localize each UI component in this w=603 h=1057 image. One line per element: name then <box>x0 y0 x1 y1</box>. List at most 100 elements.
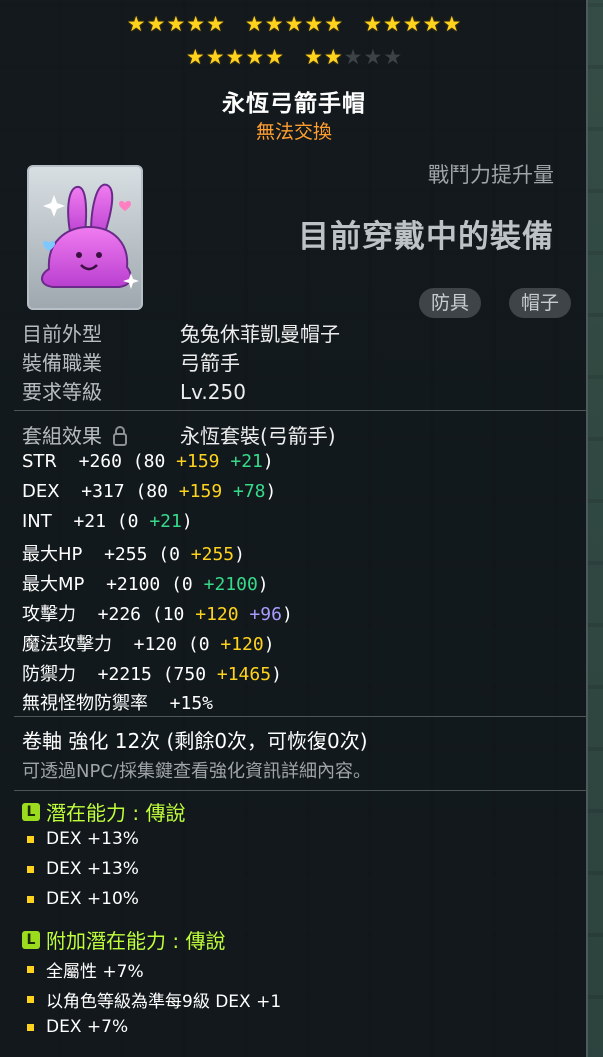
tag-hat: 帽子 <box>508 288 571 318</box>
square-bullet-icon <box>27 835 34 843</box>
power-increase-label: 戰鬥力提升量 <box>428 163 554 187</box>
stat-label: 最大MP <box>22 574 85 596</box>
star-filled-icon: ★ <box>185 45 205 69</box>
info-value: 兔兔休菲凱曼帽子 <box>180 322 340 346</box>
stat-total: +255 <box>82 544 148 566</box>
star-filled-icon: ★ <box>422 12 442 36</box>
star-empty-icon: ★ <box>383 45 403 69</box>
bonus-potential-line-text: 全屬性 +7% <box>46 962 144 982</box>
potential-line: DEX +13% <box>27 859 139 879</box>
stat-label: DEX <box>22 480 60 502</box>
stat-line: 魔法攻擊力 +120 (0 +120) <box>22 630 275 656</box>
set-effect-key: 套組效果 <box>22 424 102 448</box>
info-key: 裝備職業 <box>22 351 102 375</box>
stat-close: ) <box>281 604 293 625</box>
legendary-grade-icon: L <box>22 930 40 949</box>
stat-bonus: +96 <box>238 604 282 625</box>
legendary-grade-icon: L <box>22 802 40 821</box>
stat-close: ) <box>234 544 245 566</box>
stat-total: +317 <box>59 480 125 502</box>
stat-close: ) <box>257 574 269 596</box>
set-effect-row: 套組效果 永恆套裝(弓箭手) <box>22 420 336 449</box>
potential-line: DEX +13% <box>27 829 139 849</box>
potential-title: 潛在能力 : 傳說 <box>46 801 186 825</box>
stat-line: DEX +317 (80 +159 +78) <box>22 481 276 502</box>
bonus-potential-line-text: 以角色等級為準每9級 DEX +1 <box>46 992 282 1012</box>
stat-label: INT <box>22 510 52 532</box>
stat-bonus: +159 <box>165 451 220 472</box>
stat-total: +260 <box>56 451 122 472</box>
stat-line: 攻擊力 +226 (10 +120 +96) <box>22 600 293 626</box>
square-bullet-icon <box>27 966 34 973</box>
lock-icon <box>113 426 128 446</box>
stat-label: STR <box>22 451 57 472</box>
stat-label: 最大HP <box>22 544 83 566</box>
bonus-potential-title: 附加潛在能力 : 傳說 <box>46 929 226 953</box>
star-filled-icon: ★ <box>304 12 324 36</box>
stat-base: (0 <box>147 544 180 566</box>
square-bullet-icon <box>27 895 34 903</box>
star-group: ★ ★ ★ ★ ★ <box>304 46 402 68</box>
star-filled-icon: ★ <box>244 12 264 36</box>
star-empty-icon: ★ <box>343 45 363 69</box>
stat-line: 防禦力 +2215 (750 +1465) <box>22 660 282 686</box>
stat-bonus: +159 <box>167 480 223 502</box>
stat-line: 最大MP +2100 (0 +2100) <box>22 570 269 596</box>
info-key: 目前外型 <box>22 322 102 346</box>
item-icon-frame <box>27 165 143 310</box>
info-value: Lv.250 <box>180 380 246 404</box>
stat-bonus: +21 <box>138 510 182 532</box>
info-key: 要求等級 <box>22 380 102 404</box>
stat-bonus: +21 <box>219 451 263 472</box>
square-bullet-icon <box>27 865 34 873</box>
info-row-appearance: 目前外型 兔兔休菲凱曼帽子 <box>22 318 340 347</box>
star-group: ★ ★ ★ ★ ★ <box>186 46 284 68</box>
star-row-1: ★ ★ ★ ★ ★ ★ ★ ★ ★ ★ ★ ★ ★ ★ ★ <box>0 13 588 35</box>
stat-total: +15% <box>148 693 214 715</box>
stat-close: ) <box>181 510 193 532</box>
square-bullet-icon <box>27 996 34 1003</box>
stat-total: +21 <box>51 510 106 532</box>
stat-base: (0 <box>105 510 139 532</box>
stat-bonus: +120 <box>184 604 239 625</box>
stat-line: INT +21 (0 +21) <box>22 511 193 532</box>
star-filled-icon: ★ <box>323 45 343 69</box>
divider <box>14 790 588 791</box>
star-filled-icon: ★ <box>442 12 462 36</box>
star-filled-icon: ★ <box>245 45 265 69</box>
stat-base: (80 <box>121 451 166 472</box>
stat-bonus: +78 <box>222 480 266 502</box>
square-bullet-icon <box>27 1023 34 1031</box>
star-filled-icon: ★ <box>304 45 323 69</box>
trade-status: 無法交換 <box>255 121 332 143</box>
star-filled-icon: ★ <box>363 12 382 36</box>
item-name: 永恆弓箭手帽 <box>222 91 366 117</box>
stat-total: +226 <box>76 604 142 625</box>
star-group: ★ ★ ★ ★ ★ <box>245 13 343 35</box>
stat-total: +120 <box>112 633 178 655</box>
stat-base: (0 <box>160 574 193 596</box>
star-filled-icon: ★ <box>264 12 284 36</box>
item-tooltip: ★ ★ ★ ★ ★ ★ ★ ★ ★ ★ ★ ★ ★ ★ ★ ★ ★ ★ ★ ★ ★ ★ ★ ★ ★ 永恆弓箭手帽 無法交換 戰… <box>0 0 588 1057</box>
stat-line: 無視怪物防禦率 +15% <box>22 689 213 715</box>
info-row-job: 裝備職業 弓箭手 <box>22 347 240 376</box>
info-row-level: 要求等級 Lv.250 <box>22 376 246 405</box>
stat-close: ) <box>271 663 282 685</box>
stat-bonus: +255 <box>179 544 235 566</box>
stat-label: 攻擊力 <box>22 604 76 625</box>
star-filled-icon: ★ <box>265 45 284 69</box>
stat-close: ) <box>262 451 274 472</box>
stat-line: 最大HP +255 (0 +255) <box>22 540 245 566</box>
stat-base: (0 <box>177 633 210 655</box>
stat-label: 魔法攻擊力 <box>22 633 112 655</box>
stat-bonus: +2100 <box>192 574 258 596</box>
star-filled-icon: ★ <box>126 12 146 36</box>
stat-close: ) <box>263 633 275 655</box>
star-group: ★ ★ ★ ★ ★ <box>363 13 461 35</box>
scroll-enhance-line: 卷軸 強化 12次 (剩餘0次，可恢復0次) <box>22 729 368 753</box>
set-effect-key-wrap: 套組效果 <box>22 420 180 449</box>
bonus-potential-header: L 附加潛在能力 : 傳說 <box>22 925 225 954</box>
bonus-potential-line-text: DEX +7% <box>46 1017 129 1037</box>
star-filled-icon: ★ <box>382 12 402 36</box>
tag-armor: 防具 <box>418 288 481 318</box>
